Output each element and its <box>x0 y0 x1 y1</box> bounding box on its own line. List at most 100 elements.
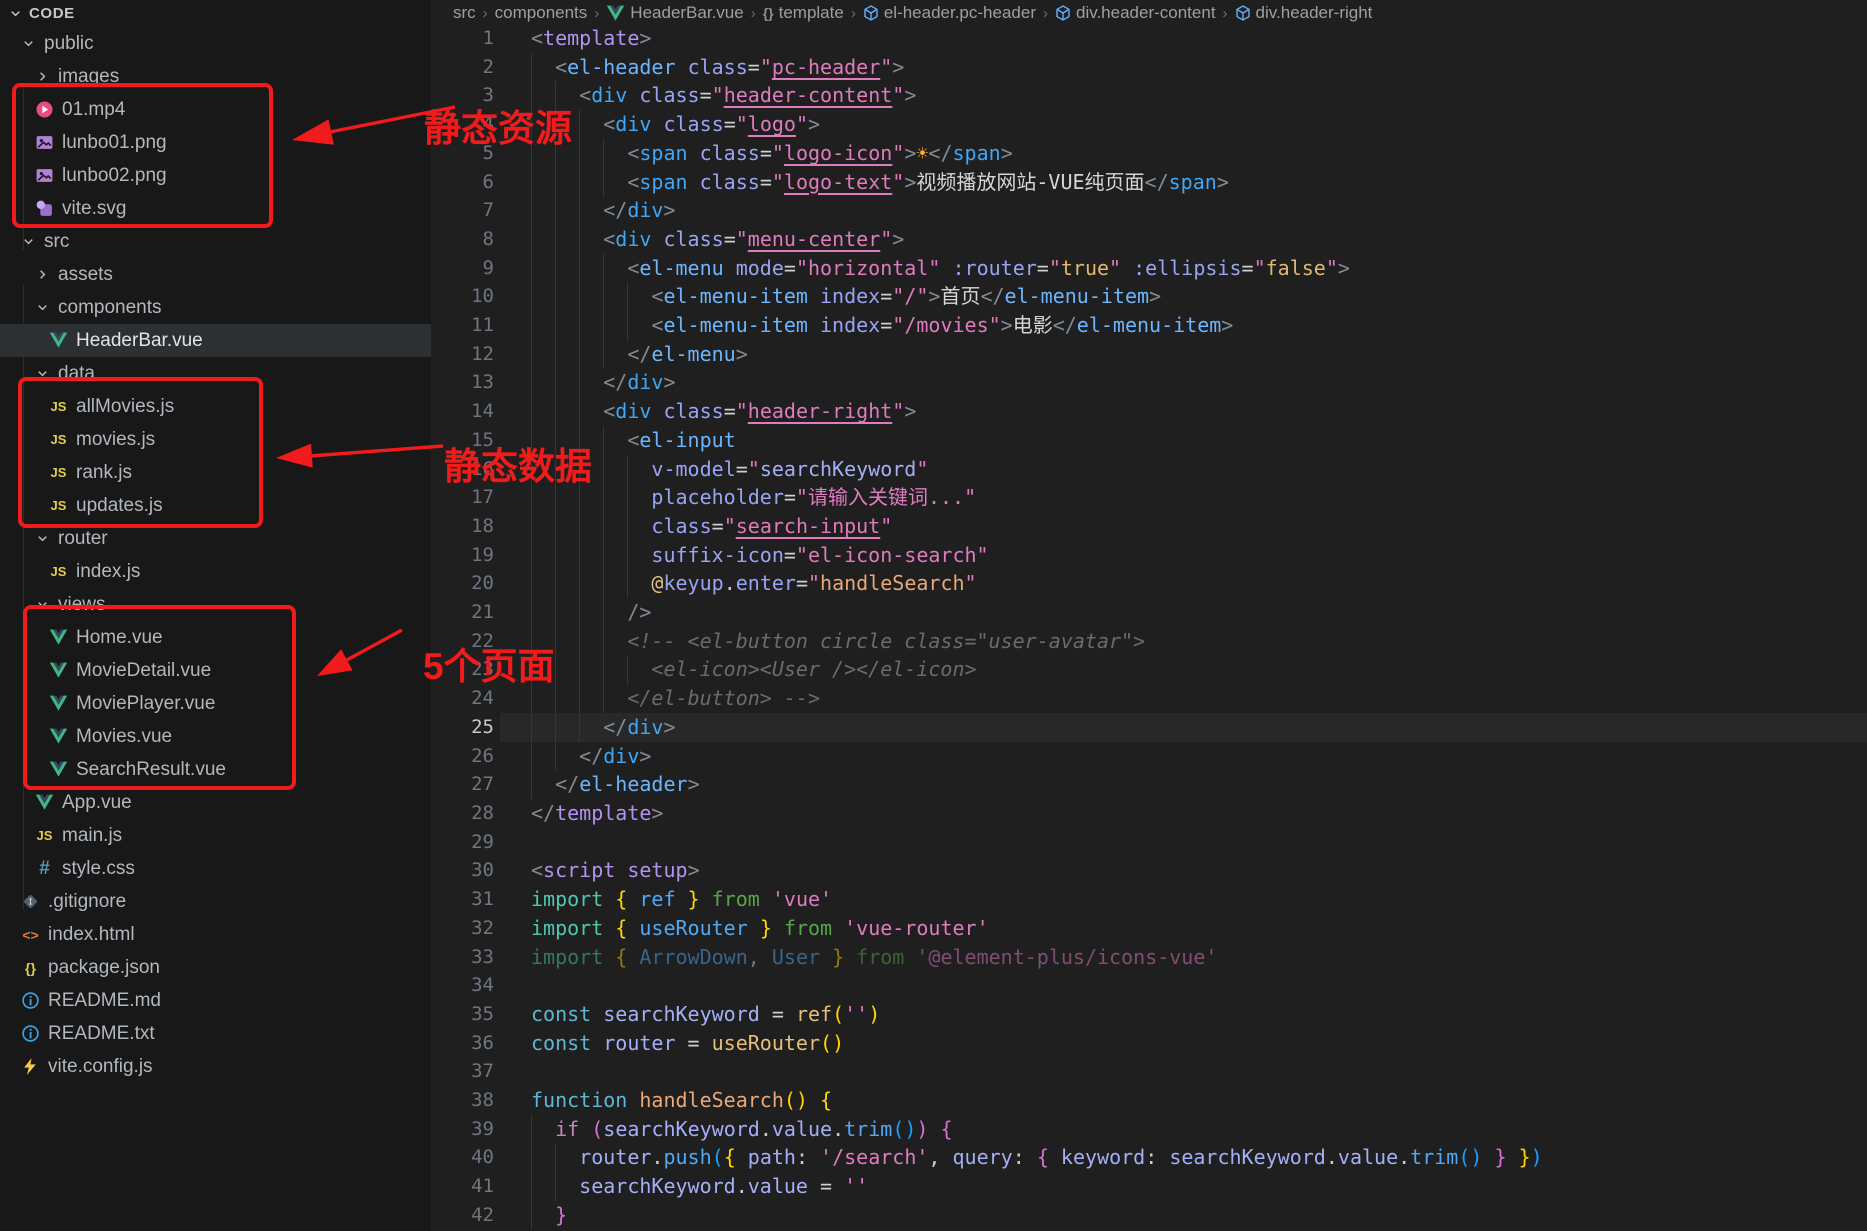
indent-guide <box>603 455 604 484</box>
indent-guide <box>579 196 580 225</box>
explorer-item-updates-js[interactable]: JSupdates.js <box>0 489 431 522</box>
explorer-section-header[interactable]: CODE <box>0 0 431 27</box>
breadcrumb-item-div-header-right[interactable]: div.header-right <box>1235 3 1373 23</box>
code-line: 1<template> <box>431 24 1867 53</box>
indent-guide <box>555 1172 556 1201</box>
cube-icon <box>1055 5 1071 21</box>
code-line-text: <div class="header-right"> <box>531 397 916 426</box>
line-number: 26 <box>431 742 494 771</box>
explorer-item-package-json[interactable]: {}package.json <box>0 951 431 984</box>
code-line-text: </div> <box>531 742 651 771</box>
explorer-item-headerbar-vue[interactable]: HeaderBar.vue <box>0 324 431 357</box>
indent-guide <box>579 713 580 742</box>
line-number: 21 <box>431 598 494 627</box>
indent-guide <box>555 713 556 742</box>
indent-guide <box>579 397 580 426</box>
indent-guide <box>531 770 532 799</box>
explorer-item-home-vue[interactable]: Home.vue <box>0 621 431 654</box>
explorer-item-movies-vue[interactable]: Movies.vue <box>0 720 431 753</box>
code-line-text: </div> <box>531 368 676 397</box>
breadcrumb-item-el-header-pc-header[interactable]: el-header.pc-header <box>863 3 1036 23</box>
breadcrumb: src›components›HeaderBar.vue›{}template›… <box>431 0 1867 26</box>
explorer-item-label: components <box>58 297 162 319</box>
explorer-item-rank-js[interactable]: JSrank.js <box>0 456 431 489</box>
indent-guide <box>603 684 604 713</box>
indent-guide <box>555 1143 556 1172</box>
indent-guide <box>555 282 556 311</box>
indent-guide <box>531 340 532 369</box>
explorer-item-main-js[interactable]: JSmain.js <box>0 819 431 852</box>
code-line-text: <el-menu-item index="/">首页</el-menu-item… <box>531 282 1161 311</box>
explorer-item-data[interactable]: data <box>0 357 431 390</box>
explorer-item-images[interactable]: images <box>0 60 431 93</box>
indent-guide <box>555 168 556 197</box>
image-icon <box>34 165 55 186</box>
code-line: 24 </el-button> --> <box>431 684 1867 713</box>
indent-guide <box>579 368 580 397</box>
indent-guide <box>531 1172 532 1201</box>
explorer-item-movies-js[interactable]: JSmovies.js <box>0 423 431 456</box>
explorer-item-readme-txt[interactable]: README.txt <box>0 1017 431 1050</box>
indent-guide <box>603 340 604 369</box>
explorer-item-allmovies-js[interactable]: JSallMovies.js <box>0 390 431 423</box>
breadcrumb-item-label: div.header-content <box>1076 3 1216 23</box>
explorer-item-label: movies.js <box>76 429 155 451</box>
explorer-item-readme-md[interactable]: README.md <box>0 984 431 1017</box>
breadcrumb-item-div-header-content[interactable]: div.header-content <box>1055 3 1216 23</box>
explorer-item-assets[interactable]: assets <box>0 258 431 291</box>
explorer-item--gitignore[interactable]: .gitignore <box>0 885 431 918</box>
indent-guide <box>531 53 532 82</box>
line-number: 12 <box>431 340 494 369</box>
indent-guide <box>555 512 556 541</box>
code-line-text: searchKeyword.value = '' <box>531 1172 868 1201</box>
explorer-item-style-css[interactable]: #style.css <box>0 852 431 885</box>
vue-icon <box>48 627 69 648</box>
code-line: 32import { useRouter } from 'vue-router' <box>431 914 1867 943</box>
explorer-item-lunbo01-png[interactable]: lunbo01.png <box>0 126 431 159</box>
indent-guide <box>531 368 532 397</box>
indent-guide <box>531 397 532 426</box>
explorer-item-views[interactable]: views <box>0 588 431 621</box>
explorer-item-label: lunbo01.png <box>62 132 167 154</box>
svg-icon <box>34 198 55 219</box>
bolt-icon <box>20 1056 41 1077</box>
code-line: 3 <div class="header-content"> <box>431 81 1867 110</box>
vue-icon <box>48 759 69 780</box>
explorer-item-src[interactable]: src <box>0 225 431 258</box>
explorer-item-vite-config-js[interactable]: vite.config.js <box>0 1050 431 1083</box>
cube-icon <box>863 5 879 21</box>
breadcrumb-item-template[interactable]: {}template <box>763 3 844 23</box>
image-icon <box>34 132 55 153</box>
explorer-item-vite-svg[interactable]: vite.svg <box>0 192 431 225</box>
indent-guide <box>579 627 580 656</box>
explorer-item-searchresult-vue[interactable]: SearchResult.vue <box>0 753 431 786</box>
indent-guide <box>531 168 532 197</box>
breadcrumb-item-headerbar-vue[interactable]: HeaderBar.vue <box>606 3 743 23</box>
code-line-text: <el-menu mode="horizontal" :router="true… <box>531 254 1350 283</box>
indent-guide <box>555 225 556 254</box>
code-area[interactable]: 1<template>2 <el-header class="pc-header… <box>431 24 1867 1230</box>
code-line: 25 </div> <box>431 713 1867 742</box>
indent-guide <box>531 598 532 627</box>
explorer-item-router[interactable]: router <box>0 522 431 555</box>
explorer-item-public[interactable]: public <box>0 27 431 60</box>
explorer-item-01-mp4[interactable]: 01.mp4 <box>0 93 431 126</box>
explorer-item-movieplayer-vue[interactable]: MoviePlayer.vue <box>0 687 431 720</box>
explorer-item-label: router <box>58 528 108 550</box>
breadcrumb-item-components[interactable]: components <box>495 3 588 23</box>
explorer-item-index-html[interactable]: <>index.html <box>0 918 431 951</box>
explorer-item-label: views <box>58 594 106 616</box>
editor-pane[interactable]: src›components›HeaderBar.vue›{}template›… <box>431 0 1867 1231</box>
indent-guide <box>627 569 628 598</box>
code-line: 20 @keyup.enter="handleSearch" <box>431 569 1867 598</box>
video-icon <box>34 99 55 120</box>
explorer-item-lunbo02-png[interactable]: lunbo02.png <box>0 159 431 192</box>
explorer-item-label: lunbo02.png <box>62 165 167 187</box>
breadcrumb-item-src[interactable]: src <box>453 3 476 23</box>
explorer-item-index-js[interactable]: JSindex.js <box>0 555 431 588</box>
explorer-item-app-vue[interactable]: App.vue <box>0 786 431 819</box>
line-number: 13 <box>431 368 494 397</box>
indent-guide <box>555 627 556 656</box>
explorer-item-moviedetail-vue[interactable]: MovieDetail.vue <box>0 654 431 687</box>
explorer-item-components[interactable]: components <box>0 291 431 324</box>
